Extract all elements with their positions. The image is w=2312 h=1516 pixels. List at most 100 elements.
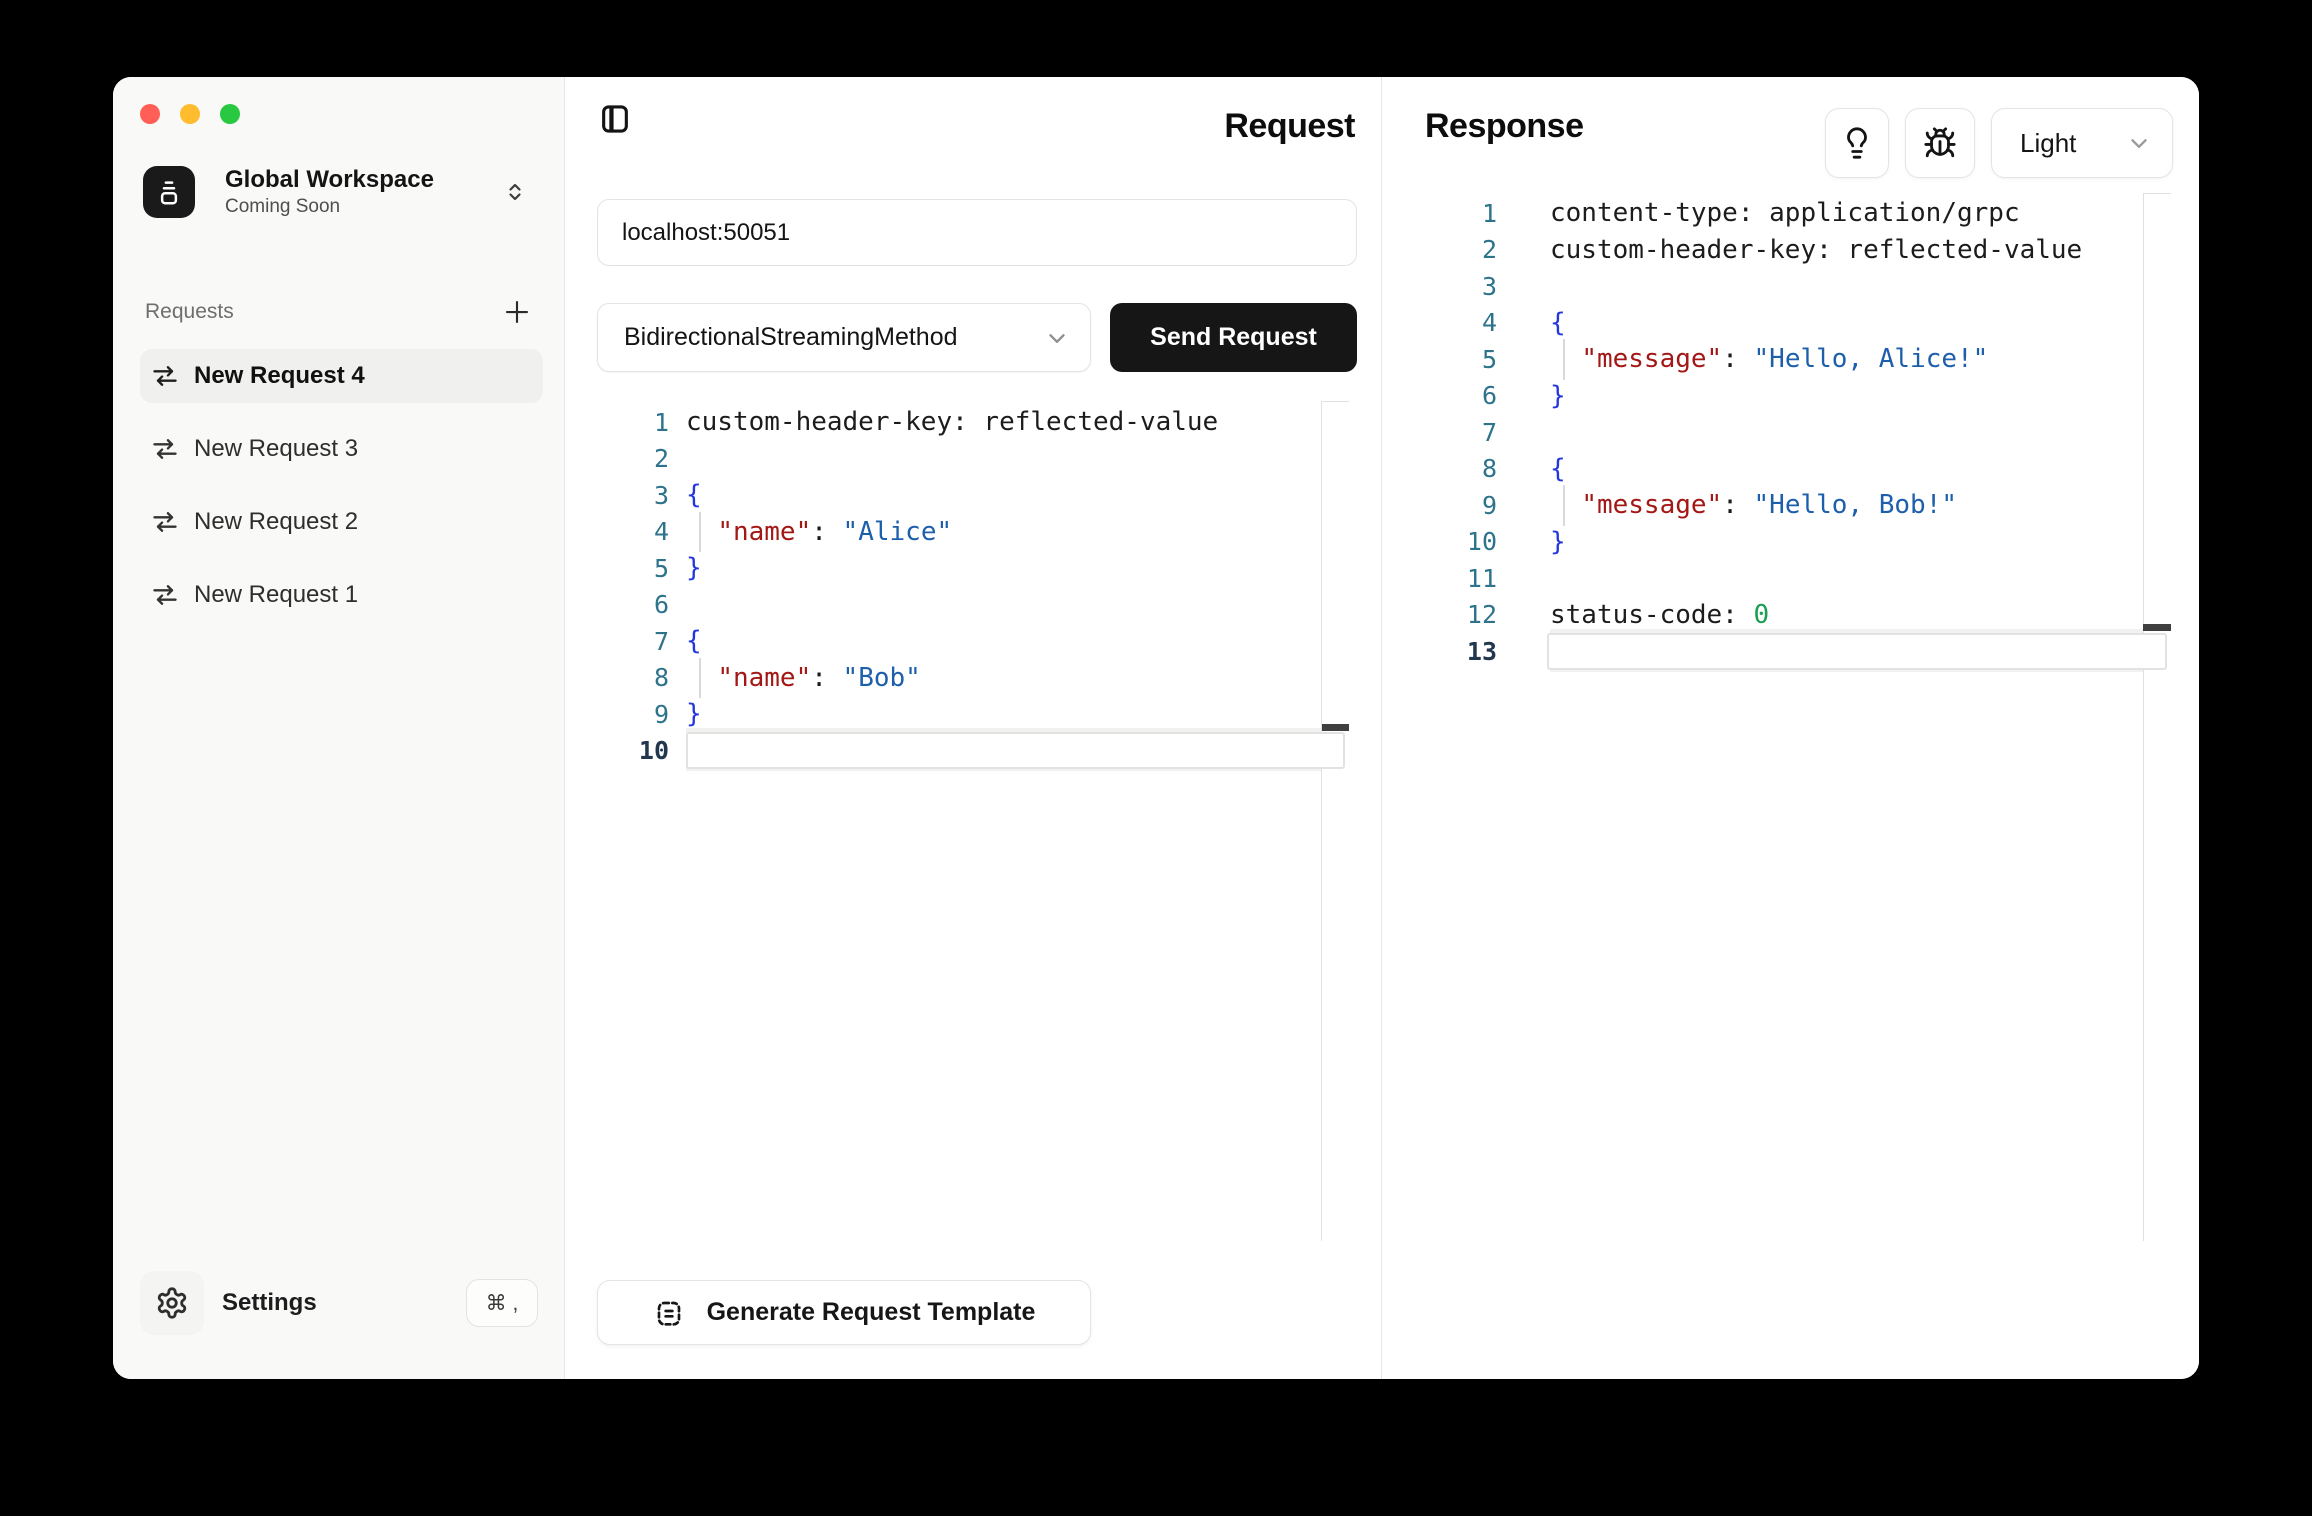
- line-content: }: [1550, 524, 1566, 561]
- line-number: 1: [597, 408, 669, 437]
- template-dashed-icon: [653, 1297, 685, 1329]
- editor-line: 5}: [597, 550, 1357, 587]
- swap-arrows-icon: [151, 581, 179, 609]
- sidebar-item-new-request-4[interactable]: New Request 4: [140, 349, 543, 403]
- minimize-window-button[interactable]: [180, 104, 200, 124]
- workspace-subtitle: Coming Soon: [225, 195, 503, 219]
- panel-left-icon: [598, 102, 632, 136]
- archive-box-icon: [143, 166, 195, 218]
- sidebar-item-new-request-3[interactable]: New Request 3: [140, 422, 543, 476]
- editor-line: 7{: [597, 623, 1357, 660]
- generate-template-button[interactable]: Generate Request Template: [597, 1280, 1091, 1345]
- sidebar-item-label: New Request 4: [194, 362, 365, 390]
- line-number: 13: [1423, 637, 1497, 666]
- line-content: }: [686, 550, 702, 587]
- line-number: 11: [1423, 564, 1497, 593]
- settings-shortcut-badge: ⌘ ,: [466, 1279, 538, 1327]
- sidebar-item-label: New Request 1: [194, 581, 358, 609]
- app-window: Global Workspace Coming Soon Requests: [113, 77, 2199, 1379]
- line-content: content-type: application/grpc: [1550, 195, 2020, 232]
- method-select[interactable]: BidirectionalStreamingMethod: [597, 303, 1091, 372]
- workspace-title: Global Workspace: [225, 165, 503, 195]
- window-controls: [140, 104, 240, 124]
- sidebar-item-new-request-2[interactable]: New Request 2: [140, 495, 543, 549]
- scrollbar-thumb[interactable]: [1322, 724, 1349, 731]
- plus-icon: [502, 297, 532, 327]
- settings-button[interactable]: Settings ⌘ ,: [140, 1271, 538, 1335]
- requests-section-label: Requests: [145, 300, 234, 324]
- editor-line: 6: [597, 587, 1357, 624]
- request-panel: Request BidirectionalStreamingMethod Sen…: [565, 77, 1382, 1379]
- sidebar-item-new-request-1[interactable]: New Request 1: [140, 568, 543, 622]
- request-editor[interactable]: 1 custom-header-key: reflected-value23{4 …: [597, 404, 1357, 769]
- tip-button[interactable]: [1825, 108, 1889, 178]
- line-number: 7: [1423, 418, 1497, 447]
- workspace-switcher[interactable]: Global Workspace Coming Soon: [143, 165, 535, 219]
- line-content: custom-header-key: reflected-value: [686, 404, 1218, 441]
- close-window-button[interactable]: [140, 104, 160, 124]
- settings-label: Settings: [222, 1289, 466, 1317]
- line-content: {: [686, 623, 702, 660]
- sidebar-item-label: New Request 3: [194, 435, 358, 463]
- bug-icon: [1923, 126, 1957, 160]
- editor-line: 3{: [597, 477, 1357, 514]
- line-content: "message": "Hello, Bob!": [1550, 487, 1957, 524]
- send-request-button[interactable]: Send Request: [1110, 303, 1357, 372]
- editor-line: 12 status-code: 0: [1423, 597, 2175, 634]
- editor-right-border: [1321, 401, 1322, 1241]
- line-number: 9: [597, 700, 669, 729]
- editor-line: 9 "message": "Hello, Bob!": [1423, 487, 2175, 524]
- indent-guide: [1563, 339, 1565, 380]
- line-content: {: [686, 477, 702, 514]
- editor-line: 8 "name": "Bob": [597, 660, 1357, 697]
- sidebar-toggle-button[interactable]: [595, 99, 635, 139]
- response-panel-title: Response: [1425, 107, 1584, 146]
- line-number: 4: [597, 517, 669, 546]
- editor-right-border: [2143, 193, 2144, 1241]
- editor-line: 11: [1423, 560, 2175, 597]
- line-number: 10: [597, 736, 669, 765]
- chevron-down-icon: [1044, 325, 1070, 351]
- swap-arrows-icon: [151, 435, 179, 463]
- active-line-box: [1547, 633, 2167, 670]
- line-number: 9: [1423, 491, 1497, 520]
- swap-arrows-icon: [151, 362, 179, 390]
- line-number: 8: [1423, 454, 1497, 483]
- line-content: status-code: 0: [1550, 597, 1769, 634]
- indent-guide: [1563, 485, 1565, 526]
- editor-line: 10}: [1423, 524, 2175, 561]
- line-content: "message": "Hello, Alice!": [1550, 341, 1988, 378]
- line-content: }: [1550, 378, 1566, 415]
- line-content: custom-header-key: reflected-value: [1550, 232, 2082, 269]
- line-content: "name": "Bob": [686, 660, 921, 697]
- line-number: 1: [1423, 199, 1497, 228]
- editor-line: 8{: [1423, 451, 2175, 488]
- gear-icon: [140, 1271, 204, 1335]
- theme-select-value: Light: [2020, 128, 2076, 159]
- response-editor[interactable]: 1 content-type: application/grpc 2 custom-h…: [1423, 195, 2175, 670]
- line-number: 12: [1423, 600, 1497, 629]
- request-panel-title: Request: [1224, 107, 1355, 146]
- editor-line: 4 "name": "Alice": [597, 514, 1357, 551]
- chevrons-up-down-icon: [503, 180, 527, 204]
- line-content: }: [686, 696, 702, 733]
- server-url-input[interactable]: [597, 199, 1357, 266]
- line-number: 3: [1423, 272, 1497, 301]
- line-number: 5: [597, 554, 669, 583]
- zoom-window-button[interactable]: [220, 104, 240, 124]
- line-number: 10: [1423, 527, 1497, 556]
- add-request-button[interactable]: [501, 296, 533, 328]
- scrollbar-thumb[interactable]: [2143, 624, 2171, 631]
- indent-guide: [699, 658, 701, 699]
- line-number: 6: [597, 590, 669, 619]
- debug-button[interactable]: [1905, 108, 1975, 178]
- theme-select[interactable]: Light: [1991, 108, 2173, 178]
- editor-line: 1 custom-header-key: reflected-value: [597, 404, 1357, 441]
- line-number: 5: [1423, 345, 1497, 374]
- swap-arrows-icon: [151, 508, 179, 536]
- line-number: 2: [1423, 235, 1497, 264]
- method-select-value: BidirectionalStreamingMethod: [624, 323, 958, 352]
- indent-guide: [699, 512, 701, 553]
- active-line-box: [686, 732, 1345, 769]
- editor-line: 2: [597, 441, 1357, 478]
